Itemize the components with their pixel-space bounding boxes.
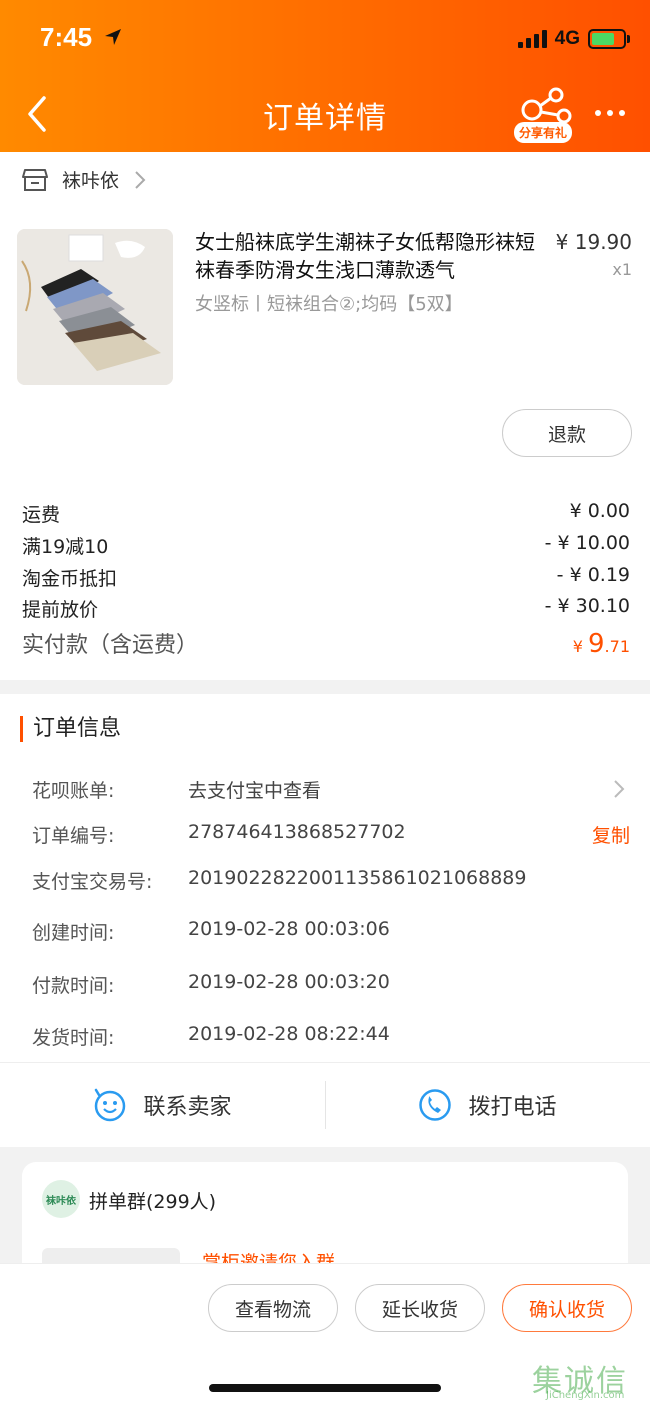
fee-value: - ¥ 0.19 [556, 564, 630, 586]
chevron-right-icon [135, 170, 146, 189]
view-logistics-button[interactable]: 查看物流 [208, 1284, 338, 1332]
fee-value: - ¥ 10.00 [544, 532, 630, 554]
share-button[interactable]: 分享有礼 [512, 86, 578, 144]
fee-row-shipping: 运费 ¥ 0.00 [22, 500, 630, 527]
signal-icon [517, 30, 547, 48]
product-sku: 女竖标丨短袜组合②;均码【5双】 [195, 294, 463, 315]
order-summary-card: 袜咔依 女士船袜底学生潮袜子女低帮隐形袜短袜春季防滑女生浅口薄款透气 ¥ 19.… [0, 152, 650, 680]
extend-receipt-button[interactable]: 延长收货 [355, 1284, 485, 1332]
header-bar: 7:45 4G 订单详情 分享有礼 [0, 0, 650, 152]
info-label: 花呗账单: [32, 780, 115, 802]
chat-face-icon [95, 1088, 126, 1122]
total-row: 实付款（含运费） ¥ 9.71 [22, 627, 630, 659]
contact-bar: 联系卖家 拨打电话 [0, 1062, 650, 1147]
total-decimal: .71 [604, 637, 630, 656]
refund-button[interactable]: 退款 [502, 409, 632, 457]
contact-seller-button[interactable]: 联系卖家 [0, 1063, 325, 1147]
info-label: 创建时间: [32, 922, 115, 944]
info-value: 2019-02-28 08:22:44 [188, 1023, 390, 1045]
group-name: 拼单群(299人) [89, 1191, 217, 1213]
info-value: 2019-02-28 00:03:06 [188, 918, 390, 940]
fee-label: 运费 [22, 504, 61, 526]
info-label: 付款时间: [32, 975, 115, 997]
fee-row-coins: 淘金币抵扣 - ¥ 0.19 [22, 564, 630, 591]
copy-button[interactable]: 复制 [592, 821, 630, 848]
product-image[interactable] [17, 229, 173, 385]
fee-label: 满19减10 [22, 536, 109, 558]
fee-row-discount: 满19减10 - ¥ 10.00 [22, 532, 630, 559]
shop-name: 袜咔依 [62, 170, 120, 192]
shop-link[interactable]: 袜咔依 [22, 166, 147, 193]
product-title[interactable]: 女士船袜底学生潮袜子女低帮隐形袜短袜春季防滑女生浅口薄款透气 [195, 228, 545, 284]
total-integer: 9 [588, 629, 605, 659]
fee-label: 淘金币抵扣 [22, 568, 118, 590]
location-arrow-icon [105, 29, 121, 45]
status-time: 7:45 [40, 22, 93, 52]
fee-label: 提前放价 [22, 599, 99, 621]
info-value: 278746413868527702 [188, 821, 406, 843]
total-currency: ¥ [572, 637, 588, 656]
order-info-card: 订单信息 花呗账单: 去支付宝中查看 订单编号: 278746413868527… [0, 694, 650, 1062]
contact-seller-label: 联系卖家 [143, 1095, 232, 1120]
fee-value: - ¥ 30.10 [544, 595, 630, 617]
store-icon [22, 168, 48, 191]
info-value: 去支付宝中查看 [188, 780, 322, 802]
call-phone-label: 拨打电话 [468, 1095, 557, 1120]
share-icon [521, 87, 572, 124]
chevron-right-icon [614, 780, 625, 798]
info-value: 2019-02-28 00:03:20 [188, 971, 390, 993]
more-icon[interactable] [595, 110, 625, 116]
order-info-title: 订单信息 [20, 716, 121, 742]
share-badge: 分享有礼 [514, 122, 573, 143]
watermark: 集诚信 JiChengXin.com [532, 1356, 650, 1402]
home-indicator[interactable] [209, 1384, 441, 1392]
group-avatar: 袜咔依 [42, 1180, 80, 1218]
watermark-subtext: JiChengXin.com [546, 1390, 625, 1401]
total-label: 实付款（含运费） [22, 633, 199, 658]
product-price: ¥ 19.90 [555, 230, 632, 254]
fee-value: ¥ 0.00 [569, 500, 630, 522]
product-quantity: x1 [612, 260, 632, 279]
phone-icon [419, 1089, 452, 1121]
total-amount: ¥ 9.71 [573, 629, 630, 659]
network-label: 4G [554, 28, 580, 49]
info-label: 订单编号: [32, 825, 115, 847]
confirm-receipt-button[interactable]: 确认收货 [502, 1284, 632, 1332]
status-indicators: 4G [517, 28, 630, 50]
battery-icon [588, 29, 630, 49]
call-phone-button[interactable]: 拨打电话 [325, 1063, 650, 1147]
info-value: 2019022822001135861021068889 [188, 867, 527, 889]
socks-image [17, 229, 173, 385]
fee-row-early-price: 提前放价 - ¥ 30.10 [22, 595, 630, 622]
info-label: 发货时间: [32, 1027, 115, 1049]
info-label: 支付宝交易号: [32, 871, 153, 893]
